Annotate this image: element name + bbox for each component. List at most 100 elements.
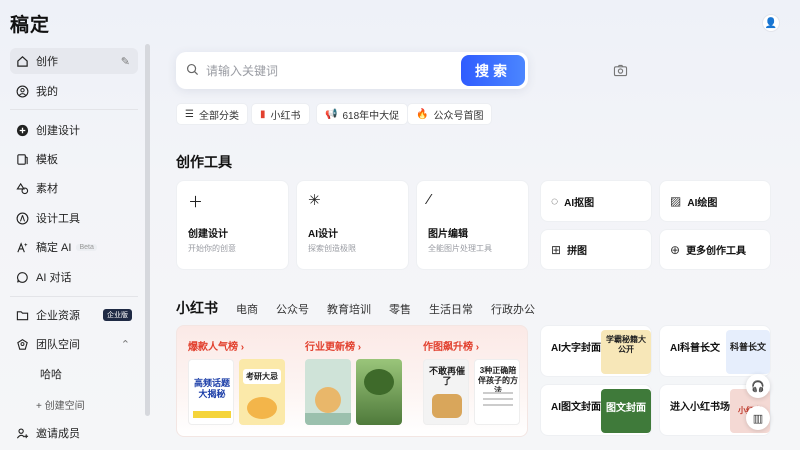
- sidebar-item-label: 邀请成员: [36, 428, 80, 440]
- template-thumbnail[interactable]: 考研大忌: [239, 359, 285, 425]
- sidebar-item-ai-chat[interactable]: AI 对话: [10, 264, 138, 290]
- sidebar-item-label: 设计工具: [36, 213, 80, 225]
- tool-subtitle: 全能图片处理工具: [428, 244, 492, 253]
- chevron-up-icon[interactable]: ⌃: [121, 338, 130, 351]
- search-input[interactable]: [206, 63, 436, 78]
- tab-xiaohongshu[interactable]: 小红书: [176, 298, 218, 318]
- chip-618-sale[interactable]: 📢 618年中大促: [316, 103, 409, 125]
- sidebar-item-enterprise[interactable]: 企业资源 企业版: [10, 302, 138, 328]
- ai-icon: [16, 241, 29, 254]
- beta-badge: Beta: [76, 243, 97, 251]
- sidebar-item-label: 素材: [36, 183, 58, 195]
- user-icon: 👤: [764, 17, 778, 29]
- ranking-title-rising[interactable]: 作图飙升榜 ›: [423, 338, 479, 353]
- sidebar-item-assets[interactable]: 素材: [10, 175, 138, 201]
- chip-label: 618年中大促: [342, 110, 400, 122]
- template-thumbnail[interactable]: 3种正确陪伴孩子的方法: [474, 359, 520, 425]
- template-thumbnail[interactable]: [356, 359, 402, 425]
- menu-icon: ☰: [185, 108, 194, 120]
- camera-icon[interactable]: [613, 64, 628, 80]
- sidebar-item-label: 模板: [36, 154, 58, 166]
- sidebar-item-invite[interactable]: 邀请成员: [10, 420, 138, 446]
- template-thumbnail[interactable]: [305, 359, 351, 425]
- app-logo[interactable]: 稿定: [10, 10, 50, 37]
- sidebar-item-label: AI 对话: [36, 272, 72, 284]
- tab-admin[interactable]: 行政办公: [491, 301, 535, 317]
- tool-label: 拼图: [567, 246, 588, 257]
- magic-wand-icon: ⁄: [428, 191, 431, 208]
- sidebar-item-create-design[interactable]: 创建设计: [10, 117, 138, 143]
- sidebar-item-mine[interactable]: 我的: [10, 78, 138, 104]
- plus-icon: ＋: [188, 194, 204, 211]
- scene-card-label: AI大字封面: [551, 343, 601, 354]
- thumb-line: [483, 404, 513, 406]
- megaphone-icon: 📢: [325, 108, 338, 120]
- sidebar-item-label: 稿定 AI: [36, 242, 72, 254]
- home-icon: [16, 55, 29, 68]
- sidebar-item-label: 团队空间: [36, 339, 80, 351]
- tab-daily-life[interactable]: 生活日常: [429, 301, 473, 317]
- chip-wechat-cover[interactable]: 🔥 公众号首图: [407, 103, 493, 125]
- search-bar: 搜索: [176, 52, 628, 89]
- image-icon: ▨: [670, 194, 682, 208]
- tool-title: 图片编辑: [428, 229, 468, 240]
- headset-icon: 🎧: [751, 380, 765, 393]
- sparkle-icon: ✳: [308, 192, 321, 209]
- tab-wechat[interactable]: 公众号: [276, 301, 309, 317]
- tab-ecommerce[interactable]: 电商: [236, 301, 258, 317]
- tool-collage[interactable]: ⊞ 拼图: [540, 229, 652, 270]
- chip-xiaohongshu[interactable]: ▮ 小红书: [251, 103, 310, 125]
- tool-subtitle: 探索创造极限: [308, 244, 356, 253]
- user-circle-icon: [16, 85, 29, 98]
- team-icon: [16, 338, 29, 351]
- thumb-text: 考研大忌: [243, 369, 281, 384]
- sidebar-item-gaoding-ai[interactable]: 稿定 AI Beta: [10, 234, 138, 260]
- sidebar-scrollbar[interactable]: [145, 44, 150, 416]
- sidebar-item-team-space[interactable]: 团队空间 ⌃: [10, 331, 138, 357]
- sidebar-item-templates[interactable]: 模板: [10, 146, 138, 172]
- template-thumbnail[interactable]: 高频话题大揭秘: [188, 359, 234, 425]
- avatar[interactable]: 👤: [762, 14, 780, 32]
- compass-icon: [16, 212, 29, 225]
- tool-subtitle: 开始你的创意: [188, 244, 236, 253]
- sidebar-item-label: 创建设计: [36, 125, 80, 137]
- scene-card-image-text: 学霸秘籍大公开: [606, 335, 646, 354]
- tab-education[interactable]: 教育培训: [327, 301, 371, 317]
- thumb-line: [483, 392, 513, 394]
- tool-ai-cutout[interactable]: ◌ AI抠图: [540, 180, 652, 222]
- edit-pencil-icon[interactable]: ✎: [121, 55, 130, 68]
- customer-service-button[interactable]: 🎧: [746, 374, 770, 398]
- ranking-title-industry[interactable]: 行业更新榜 ›: [305, 338, 361, 353]
- scene-card-image: 学霸秘籍大公开: [601, 330, 651, 374]
- sidebar-item-create[interactable]: 创作 ✎: [10, 48, 138, 74]
- shapes-icon: [16, 182, 29, 195]
- thumb-text: 高频话题大揭秘: [193, 378, 230, 399]
- template-thumbnail[interactable]: 不敢再催了: [423, 359, 469, 425]
- plus-circle-icon: [16, 124, 29, 137]
- create-space-button[interactable]: + 创建空间: [10, 391, 138, 417]
- chip-all-categories[interactable]: ☰ 全部分类: [176, 103, 248, 125]
- scene-card-ai-big-text-cover[interactable]: AI大字封面 学霸秘籍大公开: [540, 325, 652, 377]
- tool-card-ai-design[interactable]: ✳ AI设计 探索创造极限: [296, 180, 409, 270]
- thumb-graphic: [247, 397, 277, 419]
- scene-card-ai-image-text-cover[interactable]: AI图文封面 图文封面: [540, 384, 652, 436]
- search-icon: [186, 63, 199, 79]
- tab-retail[interactable]: 零售: [389, 301, 411, 317]
- tool-ai-drawing[interactable]: ▨ AI绘图: [659, 180, 771, 222]
- tool-more[interactable]: ⊕ 更多创作工具: [659, 229, 771, 270]
- template-icon: [16, 153, 29, 166]
- ranking-title-hot[interactable]: 爆款人气榜 ›: [188, 338, 244, 353]
- sidebar-divider: [10, 296, 138, 297]
- sidebar-item-label: 我的: [36, 86, 58, 98]
- sidebar-item-space-haha[interactable]: 哈哈: [10, 361, 138, 387]
- scene-card-image: 图文封面: [601, 389, 651, 433]
- tool-card-image-edit[interactable]: ⁄ 图片编辑 全能图片处理工具: [416, 180, 529, 270]
- tool-label: AI抠图: [564, 197, 595, 209]
- scene-card-ai-science-article[interactable]: AI科普长文 科普长文: [659, 325, 771, 377]
- tool-title: AI设计: [308, 229, 338, 240]
- sidebar-item-design-tools[interactable]: 设计工具: [10, 205, 138, 231]
- guide-book-button[interactable]: ▥: [746, 406, 770, 430]
- search-button[interactable]: 搜索: [461, 55, 525, 86]
- tool-card-create-design[interactable]: ＋ 创建设计 开始你的创意: [176, 180, 289, 270]
- thumb-graphic: [432, 394, 462, 418]
